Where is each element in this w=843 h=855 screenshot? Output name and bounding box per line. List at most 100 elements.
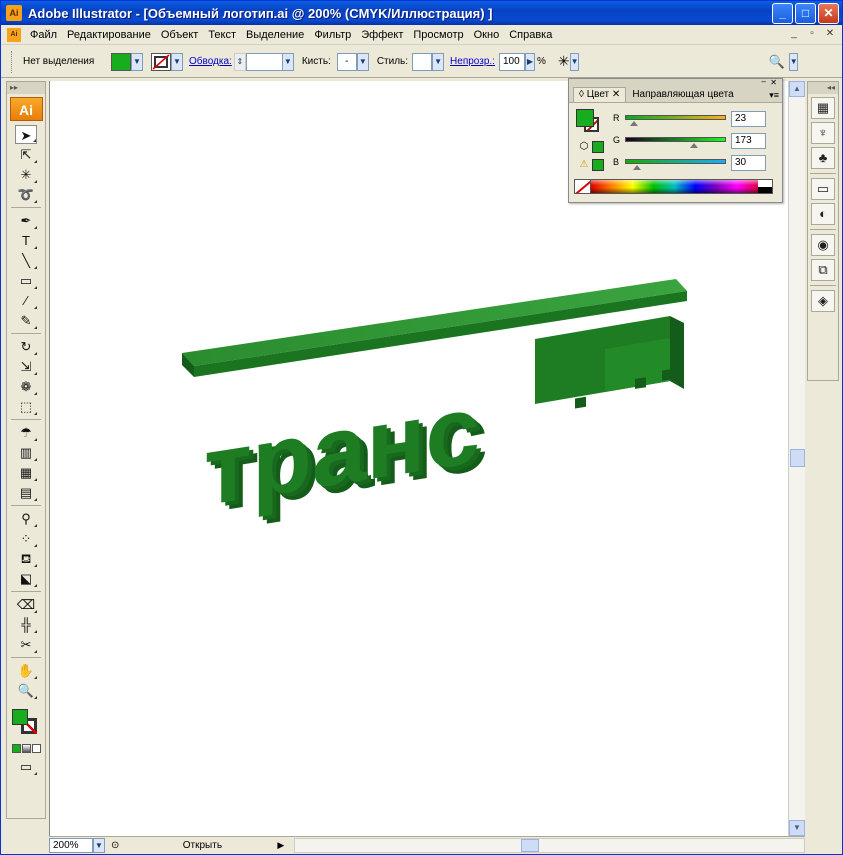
brush-dropdown[interactable]: ▼ [356,52,369,71]
warning-icon[interactable]: ⚠ [578,159,590,171]
status-menu-arrow[interactable]: ▶ [277,840,284,851]
rectangle-icon[interactable]: ▭ [15,271,37,290]
color-spectrum[interactable] [574,179,773,194]
menu-view[interactable]: Просмотр [408,25,468,45]
doc-minimize-button[interactable]: _ [786,27,802,42]
slice-icon[interactable]: ╬ [15,615,37,634]
channel-r-field[interactable]: 23 [731,111,766,127]
menu-edit[interactable]: Редактирование [62,25,156,45]
live-paint-bucket-icon[interactable]: ⛾ [15,549,37,568]
doc-restore-button[interactable]: ▫ [804,27,820,42]
menu-type[interactable]: Текст [203,25,241,45]
channel-g-slider[interactable] [625,137,726,142]
blend-icon[interactable]: ⁘ [15,529,37,548]
control-bar-grip[interactable] [11,50,15,73]
scroll-down-button[interactable]: ▼ [789,820,805,836]
zoom-icon[interactable]: 🔍 [15,681,37,700]
scissors-icon[interactable]: ✂ [15,635,37,654]
symbol-sprayer-icon[interactable]: ☂ [15,423,37,442]
title-bar[interactable]: Ai Adobe Illustrator - [Объемный логотип… [1,1,842,25]
mesh-icon[interactable]: ▦ [15,463,37,482]
menu-window[interactable]: Окно [469,25,505,45]
color-mode-button[interactable] [11,744,21,753]
type-icon[interactable]: T [15,231,37,250]
channel-g-field[interactable]: 173 [731,133,766,149]
spectrum-ramp[interactable] [591,180,758,193]
scale-icon[interactable]: ⇲ [15,357,37,376]
swatches-icon[interactable]: ▦ [811,97,835,119]
style-field[interactable] [412,52,433,71]
minimize-button[interactable]: _ [772,3,793,24]
paintbrush-icon[interactable]: ∕ [15,291,37,310]
color-panel-titlebar[interactable]: – ✕ [569,78,782,87]
stroke-swatch[interactable] [151,52,171,71]
panel-minimize-icon[interactable]: – [762,78,766,86]
tab-color-guide[interactable]: Направляющая цвета [626,87,740,102]
selection-icon[interactable]: ➤ [15,125,37,144]
gradient-icon[interactable]: ▤ [15,483,37,502]
version-cue-icon[interactable]: ⊙ [111,840,119,851]
fill-stroke-widget[interactable] [9,706,43,740]
web-safe-swatch[interactable] [592,141,604,153]
panel-close-icon[interactable]: ✕ [770,79,777,87]
gamut-swatch[interactable] [592,159,604,171]
fill-dropdown[interactable]: ▼ [131,52,143,71]
none-color-button[interactable] [575,180,591,193]
panel-menu-icon[interactable]: ▾≡ [769,88,779,102]
isolate-dropdown[interactable]: ▼ [569,52,579,71]
transparency-icon[interactable]: ◐ [811,203,835,225]
brushes-icon[interactable]: ♆ [811,122,835,144]
menu-select[interactable]: Выделение [241,25,309,45]
menu-object[interactable]: Объект [156,25,203,45]
dock-collapse-icon[interactable]: ◂◂ [808,82,838,94]
stroke-weight-spinner[interactable]: ⇕ [233,52,246,71]
lasso-icon[interactable]: ➰ [15,185,37,204]
graphic-styles-icon[interactable]: ⧉ [811,259,835,281]
tools-collapse-icon[interactable]: ▸▸ [7,82,45,94]
tab-color[interactable]: ◊ Цвет ✕ [573,87,627,102]
style-dropdown[interactable]: ▼ [432,52,445,71]
menu-file[interactable]: Файл [25,25,62,45]
direct-selection-icon[interactable]: ⇱ [15,145,37,164]
menu-help[interactable]: Справка [504,25,557,45]
rotate-icon[interactable]: ↻ [15,337,37,356]
line-icon[interactable]: ╲ [15,251,37,270]
channel-b-handle[interactable] [633,165,642,170]
maximize-button[interactable]: □ [795,3,816,24]
channel-b-slider[interactable] [625,159,726,164]
zoom-dropdown[interactable]: ▼ [93,837,105,853]
3d-logo-artwork[interactable]: транс транс транс [180,279,690,549]
symbols-icon[interactable]: ♣ [811,147,835,169]
black-white-swatches[interactable] [758,180,772,193]
stroke-link[interactable]: Обводка: [189,56,232,67]
vertical-scroll-thumb[interactable] [790,449,805,467]
horizontal-scroll-thumb[interactable] [521,838,540,852]
control-menu-dropdown[interactable]: ▼ [788,52,798,71]
fill-box[interactable] [12,709,28,725]
live-paint-selection-icon[interactable]: ⬕ [15,569,37,588]
channel-r-handle[interactable] [630,121,639,126]
brush-field[interactable]: - [336,52,357,71]
opacity-dropdown[interactable]: ▶ [524,52,535,71]
stroke-weight-field[interactable] [245,52,282,71]
doc-close-button[interactable]: ✕ [822,27,838,42]
layers-icon[interactable]: ◈ [811,290,835,312]
document-icon[interactable]: Ai [7,27,21,42]
warp-icon[interactable]: ❁ [15,377,37,396]
eyedropper-icon[interactable]: ⚲ [15,509,37,528]
scroll-up-button[interactable]: ▲ [789,81,805,97]
opacity-link[interactable]: Непрозр.: [450,56,495,67]
pen-icon[interactable]: ✒ [15,211,37,230]
stroke-weight-dropdown[interactable]: ▼ [281,52,294,71]
eraser-icon[interactable]: ⌫ [15,595,37,614]
column-graph-icon[interactable]: ▥ [15,443,37,462]
stroke-dropdown[interactable]: ▼ [171,52,183,71]
none-mode-button[interactable] [31,744,41,753]
close-button[interactable]: ✕ [818,3,839,24]
channel-r-slider[interactable] [625,115,726,120]
opacity-field[interactable]: 100 [498,52,525,71]
isolate-group-icon[interactable]: ✳ [558,53,570,70]
channel-b-field[interactable]: 30 [731,155,766,171]
cube-icon[interactable]: ⬡ [578,141,590,153]
hand-icon[interactable]: ✋ [15,661,37,680]
